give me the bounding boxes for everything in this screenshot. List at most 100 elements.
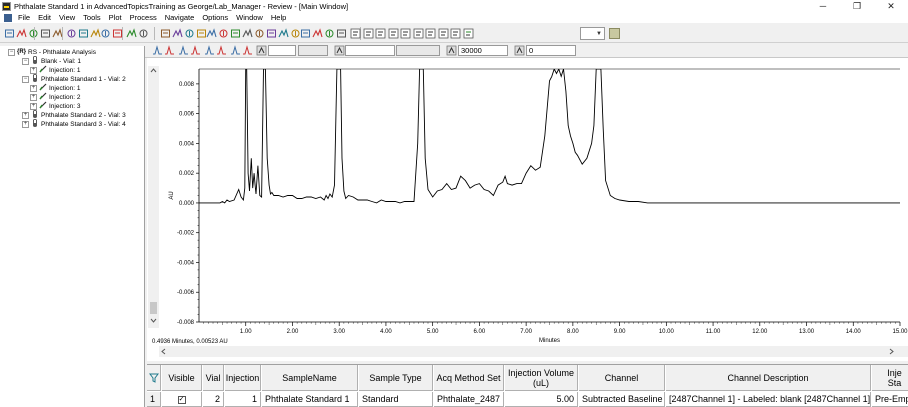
undo-icon[interactable] xyxy=(138,28,149,39)
toolbar-field-b[interactable] xyxy=(298,45,328,56)
open-icon[interactable] xyxy=(4,28,15,39)
peak-icon[interactable] xyxy=(230,28,241,39)
horizontal-scrollbar[interactable] xyxy=(159,346,908,357)
threshold-field[interactable]: 30000 xyxy=(458,45,508,56)
column-header-label: Channel Description xyxy=(727,372,809,383)
tree-item-sample[interactable]: − Blank - Vial: 1 xyxy=(22,56,81,66)
overlay-icon[interactable] xyxy=(126,28,137,39)
layout-combo[interactable]: ▼ xyxy=(580,27,605,40)
threshold-icon[interactable] xyxy=(164,45,175,56)
chromatogram-trace[interactable] xyxy=(199,69,900,204)
field-icon[interactable] xyxy=(425,28,436,39)
save-icon[interactable] xyxy=(16,28,27,39)
spectrum-icon[interactable] xyxy=(300,28,311,39)
column-header-sample-type[interactable]: Sample Type xyxy=(359,365,433,391)
copy-icon[interactable] xyxy=(40,28,51,39)
expand-icon[interactable]: + xyxy=(30,94,37,101)
restore-button[interactable]: ❐ xyxy=(840,0,874,12)
table-icon[interactable] xyxy=(278,28,289,39)
menu-help[interactable]: Help xyxy=(271,13,286,22)
collapse-icon[interactable]: − xyxy=(22,58,29,65)
chromatogram-chart[interactable]: 0.008 0.006 0.004 0.002 0.000 -0.002 -0.004 -0.… xyxy=(147,58,908,346)
menu-file[interactable]: File xyxy=(18,13,30,22)
menu-plot[interactable]: Plot xyxy=(109,13,122,22)
valley-icon[interactable] xyxy=(216,45,227,56)
collapse-icon[interactable]: − xyxy=(22,76,29,83)
column-header-visible[interactable]: Visible xyxy=(162,365,202,391)
integrate-peaks-icon[interactable] xyxy=(178,45,189,56)
filter-icon[interactable] xyxy=(147,365,161,391)
expand-icon[interactable]: + xyxy=(22,112,29,119)
arrow-icon[interactable] xyxy=(438,28,449,39)
tree-item-sample[interactable]: + Phthalate Standard 3 - Vial: 4 xyxy=(22,119,126,129)
row-icon[interactable] xyxy=(514,45,525,56)
align-center-icon[interactable] xyxy=(363,28,374,39)
zoom-y-icon[interactable] xyxy=(206,28,217,39)
baseline-icon[interactable] xyxy=(242,28,253,39)
zoom-in-icon[interactable] xyxy=(172,28,183,39)
tree-root[interactable]: − {R} RS - Phthalate Analysis xyxy=(8,48,96,57)
prev-icon[interactable] xyxy=(324,28,335,39)
tree-item-injection[interactable]: + Injection: 2 xyxy=(30,92,80,102)
min-area-field[interactable]: 0 xyxy=(526,45,576,56)
redo-icon[interactable] xyxy=(160,28,171,39)
menu-tools[interactable]: Tools xyxy=(83,13,101,22)
column-header-injection-status[interactable]: Inje Sta xyxy=(872,365,908,391)
column-header-injection[interactable]: Injection xyxy=(225,365,261,391)
manual-integrate-icon[interactable] xyxy=(190,45,201,56)
column-header-injection-volume[interactable]: Injection Volume (uL) xyxy=(505,365,578,391)
align-right-icon[interactable] xyxy=(375,28,386,39)
events-icon[interactable] xyxy=(256,45,267,56)
column-icon[interactable] xyxy=(446,45,457,56)
align-left-icon[interactable] xyxy=(350,28,361,39)
column-header-sample-name[interactable]: SampleName xyxy=(262,365,358,391)
label-peaks-icon[interactable] xyxy=(242,45,253,56)
image-icon[interactable] xyxy=(400,28,411,39)
expand-icon[interactable]: + xyxy=(22,121,29,128)
label-icon[interactable] xyxy=(254,28,265,39)
refresh-icon[interactable] xyxy=(336,28,347,39)
pencil-icon[interactable] xyxy=(609,28,620,39)
collapse-icon[interactable]: − xyxy=(8,49,15,56)
expand-icon[interactable]: + xyxy=(30,103,37,110)
spectra-icon[interactable] xyxy=(334,45,345,56)
full-scale-icon[interactable] xyxy=(218,28,229,39)
tree-item-injection[interactable]: + Injection: 1 xyxy=(30,83,80,93)
expand-icon[interactable]: + xyxy=(30,67,37,74)
menu-edit[interactable]: Edit xyxy=(38,13,51,22)
column-header-acq-method-set[interactable]: Acq Method Set xyxy=(434,365,504,391)
drop-line-icon[interactable] xyxy=(204,45,215,56)
integrate-icon[interactable] xyxy=(66,28,77,39)
box-icon[interactable] xyxy=(266,28,277,39)
column-header-channel-description[interactable]: Channel Description xyxy=(666,365,871,391)
run-icon[interactable] xyxy=(463,28,474,39)
menu-navigate[interactable]: Navigate xyxy=(165,13,195,22)
text-icon[interactable] xyxy=(388,28,399,39)
peak-width-icon[interactable] xyxy=(152,45,163,56)
menu-view[interactable]: View xyxy=(59,13,75,22)
column-header-vial[interactable]: Vial xyxy=(203,365,224,391)
method-icon[interactable] xyxy=(100,28,111,39)
menu-process[interactable]: Process xyxy=(130,13,157,22)
zoom-out-icon[interactable] xyxy=(184,28,195,39)
skim-icon[interactable] xyxy=(230,45,241,56)
next-icon[interactable] xyxy=(312,28,323,39)
minimize-button[interactable]: ─ xyxy=(806,0,840,12)
y-tick-label: 0.008 xyxy=(179,82,195,88)
cell-visible[interactable]: ✓ xyxy=(162,392,202,407)
tree-item-sample[interactable]: − Phthalate Standard 1 - Vial: 2 xyxy=(22,74,126,84)
grid-icon[interactable] xyxy=(450,28,461,39)
document-icon[interactable] xyxy=(4,13,12,22)
toolbar-field-c[interactable] xyxy=(345,45,395,56)
close-button[interactable]: ✕ xyxy=(874,0,908,12)
menu-window[interactable]: Window xyxy=(236,13,263,22)
calibrate-icon[interactable] xyxy=(78,28,89,39)
vertical-scrollbar[interactable] xyxy=(148,66,159,328)
visible-checkbox[interactable]: ✓ xyxy=(177,395,186,404)
frame-icon[interactable] xyxy=(413,28,424,39)
column-header-channel[interactable]: Channel xyxy=(579,365,665,391)
expand-icon[interactable]: + xyxy=(30,85,37,92)
toolbar-field-d[interactable] xyxy=(396,45,440,56)
toolbar-field-a[interactable] xyxy=(268,45,296,56)
menu-options[interactable]: Options xyxy=(202,13,228,22)
